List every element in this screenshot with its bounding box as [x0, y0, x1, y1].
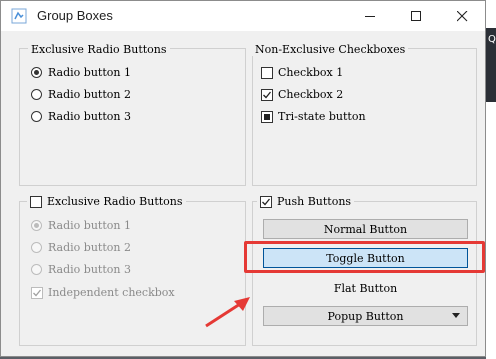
flat-button[interactable]: Flat Button — [263, 278, 468, 298]
partial-check-icon — [264, 113, 270, 120]
radio-label: Radio button 3 — [48, 263, 131, 276]
radio-label: Radio button 3 — [48, 110, 131, 123]
checkbox-group-title: Non-Exclusive Checkboxes — [252, 42, 409, 56]
checkbox-label: Tri-state button — [278, 110, 366, 123]
maximize-icon — [410, 10, 421, 21]
radio-indicator — [31, 111, 42, 122]
radio-button-3[interactable]: Radio button 3 — [31, 110, 131, 123]
normal-button[interactable]: Normal Button — [263, 219, 468, 239]
checkmark-icon — [262, 198, 271, 205]
checkbox-2[interactable]: Checkbox 2 — [261, 88, 343, 101]
radio-indicator — [31, 264, 42, 275]
checkbox-indicator — [31, 286, 43, 299]
checkbox-label: Independent checkbox — [48, 286, 175, 299]
minimize-button[interactable] — [347, 1, 393, 31]
radio-button-1[interactable]: Radio button 1 — [31, 66, 131, 79]
disabled-radio-button-2[interactable]: Radio button 2 — [31, 241, 131, 254]
title-bar[interactable]: Group Boxes — [1, 1, 485, 31]
flat-button-label: Flat Button — [333, 281, 398, 295]
checkable-radio-group-header[interactable]: Exclusive Radio Buttons — [27, 194, 186, 209]
minimize-icon — [364, 15, 375, 17]
radio-button-2[interactable]: Radio button 2 — [31, 88, 131, 101]
radio-indicator — [31, 220, 42, 231]
group-enable-checkbox[interactable] — [30, 195, 42, 208]
disabled-radio-button-1[interactable]: Radio button 1 — [31, 219, 131, 232]
checkbox-indicator — [261, 88, 273, 101]
radio-indicator — [31, 242, 42, 253]
checkbox-1[interactable]: Checkbox 1 — [261, 66, 343, 79]
radio-indicator — [31, 67, 42, 78]
annotation-highlight-box — [244, 241, 485, 273]
radio-label: Radio button 2 — [48, 241, 131, 254]
checkmark-icon — [263, 91, 272, 98]
disabled-radio-button-3[interactable]: Radio button 3 — [31, 263, 131, 276]
push-buttons-group-title: Push Buttons — [277, 195, 352, 208]
radio-group-title: Exclusive Radio Buttons — [28, 42, 170, 56]
radio-indicator — [31, 89, 42, 100]
group-enable-checkbox[interactable] — [260, 195, 272, 208]
popup-button-label: Popup Button — [327, 309, 404, 323]
background-text: Q — [488, 34, 496, 45]
normal-button-label: Normal Button — [323, 222, 408, 236]
checkable-radio-group-title: Exclusive Radio Buttons — [47, 195, 183, 208]
window-title: Group Boxes — [37, 8, 113, 23]
tri-state-checkbox[interactable]: Tri-state button — [261, 110, 366, 123]
close-icon — [456, 10, 467, 21]
radio-label: Radio button 1 — [48, 219, 131, 232]
checkmark-icon — [33, 289, 42, 296]
checkbox-indicator — [261, 66, 273, 79]
dropdown-arrow-icon — [452, 313, 460, 318]
app-icon — [11, 8, 27, 24]
background-dark-panel: Q — [486, 28, 496, 102]
checkbox-label: Checkbox 2 — [278, 88, 344, 101]
radio-label: Radio button 2 — [48, 88, 131, 101]
checkbox-label: Checkbox 1 — [278, 66, 344, 79]
annotation-arrow-icon — [205, 297, 250, 328]
maximize-button[interactable] — [393, 1, 439, 31]
close-button[interactable] — [439, 1, 485, 31]
checkbox-indicator — [261, 110, 273, 123]
push-buttons-group-header[interactable]: Push Buttons — [257, 194, 355, 209]
popup-button[interactable]: Popup Button — [263, 306, 468, 326]
independent-checkbox[interactable]: Independent checkbox — [31, 286, 175, 299]
radio-label: Radio button 1 — [48, 66, 131, 79]
